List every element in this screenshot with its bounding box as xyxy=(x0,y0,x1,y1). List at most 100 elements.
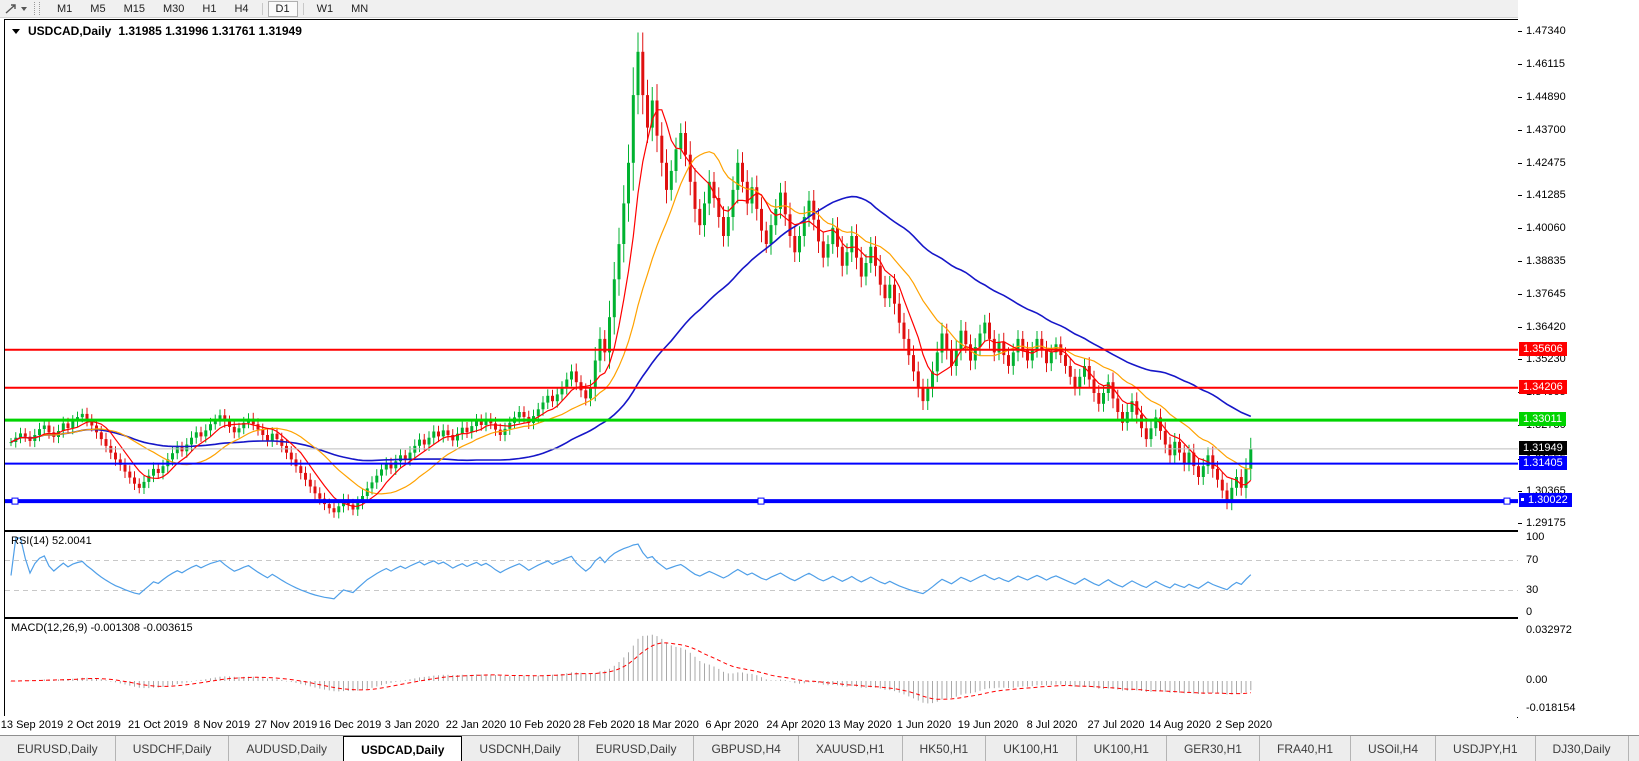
toolbar-divider xyxy=(303,3,304,15)
price-tickmark xyxy=(1518,64,1522,65)
date-label: 2 Oct 2019 xyxy=(67,719,121,731)
date-label: 22 Jan 2020 xyxy=(446,719,507,731)
date-label: 6 Apr 2020 xyxy=(705,719,758,731)
rsi-scale-label: 30 xyxy=(1526,584,1538,596)
price-tickmark xyxy=(1518,359,1522,360)
chart-tab-dj30-daily[interactable]: DJ30,Daily xyxy=(1535,736,1628,761)
main-chart-panel[interactable]: USDCAD,Daily 1.31985 1.31996 1.31761 1.3… xyxy=(4,19,1519,531)
macd-chart xyxy=(5,619,1518,717)
candlestick-chart[interactable] xyxy=(5,20,1518,530)
date-label: 8 Jul 2020 xyxy=(1027,719,1078,731)
price-tickmark xyxy=(1518,327,1522,328)
ma-mid-line xyxy=(11,152,1251,494)
crosshair-tool-icon[interactable] xyxy=(4,3,18,15)
date-label: 10 Feb 2020 xyxy=(509,719,571,731)
price-tick-label: 1.43700 xyxy=(1526,124,1566,136)
chart-tab-usdjpy-h1[interactable]: USDJPY,H1 xyxy=(1435,736,1534,761)
price-tickmark xyxy=(1518,491,1522,492)
chart-tab-usdchf-daily[interactable]: USDCHF,Daily xyxy=(115,736,229,761)
chart-tab-usdcnh-daily[interactable]: USDCNH,Daily xyxy=(462,736,577,761)
price-tick-label: 1.47340 xyxy=(1526,25,1566,37)
hline-label-handle[interactable] xyxy=(1520,497,1525,502)
price-tickmark xyxy=(1518,163,1522,164)
date-label: 19 Jun 2020 xyxy=(958,719,1019,731)
timeframe-button-h1[interactable]: H1 xyxy=(194,1,224,17)
date-label: 21 Oct 2019 xyxy=(128,719,188,731)
chart-tab-hk50-h1[interactable]: HK50,H1 xyxy=(902,736,986,761)
price-tick-label: 1.41285 xyxy=(1526,189,1566,201)
rsi-label: RSI(14) 52.0041 xyxy=(11,535,92,547)
price-tickmark xyxy=(1518,228,1522,229)
macd-histogram xyxy=(11,635,1252,704)
date-label: 18 Mar 2020 xyxy=(637,719,699,731)
rsi-panel[interactable]: RSI(14) 52.0041 xyxy=(4,531,1519,618)
chart-tab-uk100-h1[interactable]: UK100,H1 xyxy=(985,736,1075,761)
timeframe-button-w1[interactable]: W1 xyxy=(309,1,342,17)
date-label: 3 Jan 2020 xyxy=(385,719,439,731)
chart-tab-usdcad-daily[interactable]: USDCAD,Daily xyxy=(343,736,462,761)
chart-tab-xauusd-h1[interactable]: XAUUSD,H1 xyxy=(798,736,902,761)
mt4-window: M1M5M15M30H1H4 D1 W1MN USDCAD,Daily 1.3198… xyxy=(0,0,1639,761)
chart-tab-eurusd-daily[interactable]: EURUSD,Daily xyxy=(0,736,115,761)
chart-ohlc-values: 1.31985 1.31996 1.31761 1.31949 xyxy=(118,24,302,38)
price-tickmark xyxy=(1518,130,1522,131)
hline-price-label-1.34206[interactable]: 1.34206 xyxy=(1519,380,1567,394)
date-label: 14 Aug 2020 xyxy=(1149,719,1211,731)
timeframe-button-h4[interactable]: H4 xyxy=(226,1,256,17)
price-tick-label: 1.44890 xyxy=(1526,91,1566,103)
macd-panel[interactable]: MACD(12,26,9) -0.001308 -0.003615 xyxy=(4,618,1519,718)
timeframe-button-d1[interactable]: D1 xyxy=(268,1,298,17)
hline-price-label-1.33011[interactable]: 1.33011 xyxy=(1519,412,1566,426)
chart-symbol-label: USDCAD,Daily xyxy=(28,24,111,38)
timeframe-button-m15[interactable]: M15 xyxy=(116,1,153,17)
chart-tab-usoil-h4[interactable]: USOil,H4 xyxy=(1350,736,1435,761)
macd-scale-label: 0.00 xyxy=(1526,674,1547,686)
chart-tab-uk100-h1[interactable]: UK100,H1 xyxy=(1076,736,1166,761)
price-tick-label: 1.46115 xyxy=(1526,58,1565,70)
hline-handle[interactable] xyxy=(758,498,764,504)
rsi-scale-label: 70 xyxy=(1526,554,1538,566)
macd-scale-label: 0.032972 xyxy=(1526,624,1572,636)
price-tick-label: 1.36420 xyxy=(1526,321,1566,333)
price-tickmark xyxy=(1518,523,1522,524)
rsi-chart xyxy=(5,532,1518,617)
current-price-label: 1.31949 xyxy=(1519,441,1567,455)
timeframe-buttons: M1M5M15M30H1H4 D1 W1MN xyxy=(48,1,377,17)
timeframe-button-m30[interactable]: M30 xyxy=(155,1,192,17)
chart-tab-eurusd-daily[interactable]: EURUSD,Daily xyxy=(578,736,694,761)
chart-dropdown-icon[interactable] xyxy=(12,29,20,34)
ma-fast-line xyxy=(11,110,1251,507)
date-label: 1 Jun 2020 xyxy=(897,719,951,731)
price-tickmark xyxy=(1518,294,1522,295)
chart-tab-audusd-daily[interactable]: AUDUSD,Daily xyxy=(228,736,344,761)
timeframe-button-m5[interactable]: M5 xyxy=(82,1,113,17)
chart-tabs-bar: EURUSD,DailyUSDCHF,DailyAUDUSD,DailyUSDC… xyxy=(0,735,1639,761)
date-axis: 13 Sep 20192 Oct 201921 Oct 20198 Nov 20… xyxy=(4,716,1517,735)
chart-tab-gbpusd-h4[interactable]: GBPUSD,H4 xyxy=(693,736,797,761)
chart-tab-fra40-h1[interactable]: FRA40,H1 xyxy=(1259,736,1350,761)
date-label: 27 Nov 2019 xyxy=(255,719,317,731)
date-label: 28 Feb 2020 xyxy=(573,719,635,731)
macd-label: MACD(12,26,9) -0.001308 -0.003615 xyxy=(11,622,193,634)
hline-handle[interactable] xyxy=(1504,498,1510,504)
rsi-scale-label: 0 xyxy=(1526,606,1532,618)
date-label: 13 Sep 2019 xyxy=(1,719,63,731)
hline-price-label-1.35606[interactable]: 1.35606 xyxy=(1519,342,1567,356)
hline-price-label-1.30022[interactable]: 1.30022 xyxy=(1519,493,1572,507)
hline-handle[interactable] xyxy=(12,498,18,504)
macd-scale-label: -0.018154 xyxy=(1526,702,1576,714)
price-tickmark xyxy=(1518,31,1522,32)
timeframe-button-mn[interactable]: MN xyxy=(343,1,376,17)
toolbar-dropdown-icon[interactable] xyxy=(21,7,27,11)
rsi-scale-label: 100 xyxy=(1526,531,1544,543)
price-tickmark xyxy=(1518,195,1522,196)
price-tick-label: 1.37645 xyxy=(1526,288,1566,300)
date-label: 24 Apr 2020 xyxy=(766,719,825,731)
date-label: 13 May 2020 xyxy=(828,719,892,731)
chart-tab-china300-h1[interactable]: CHINA300,H1 xyxy=(1628,736,1639,761)
price-tick-label: 1.42475 xyxy=(1526,157,1566,169)
timeframe-button-m1[interactable]: M1 xyxy=(49,1,80,17)
chart-tab-ger30-h1[interactable]: GER30,H1 xyxy=(1166,736,1259,761)
hline-price-label-1.31405[interactable]: 1.31405 xyxy=(1519,456,1567,470)
toolbar-grip-handle[interactable] xyxy=(34,2,40,15)
